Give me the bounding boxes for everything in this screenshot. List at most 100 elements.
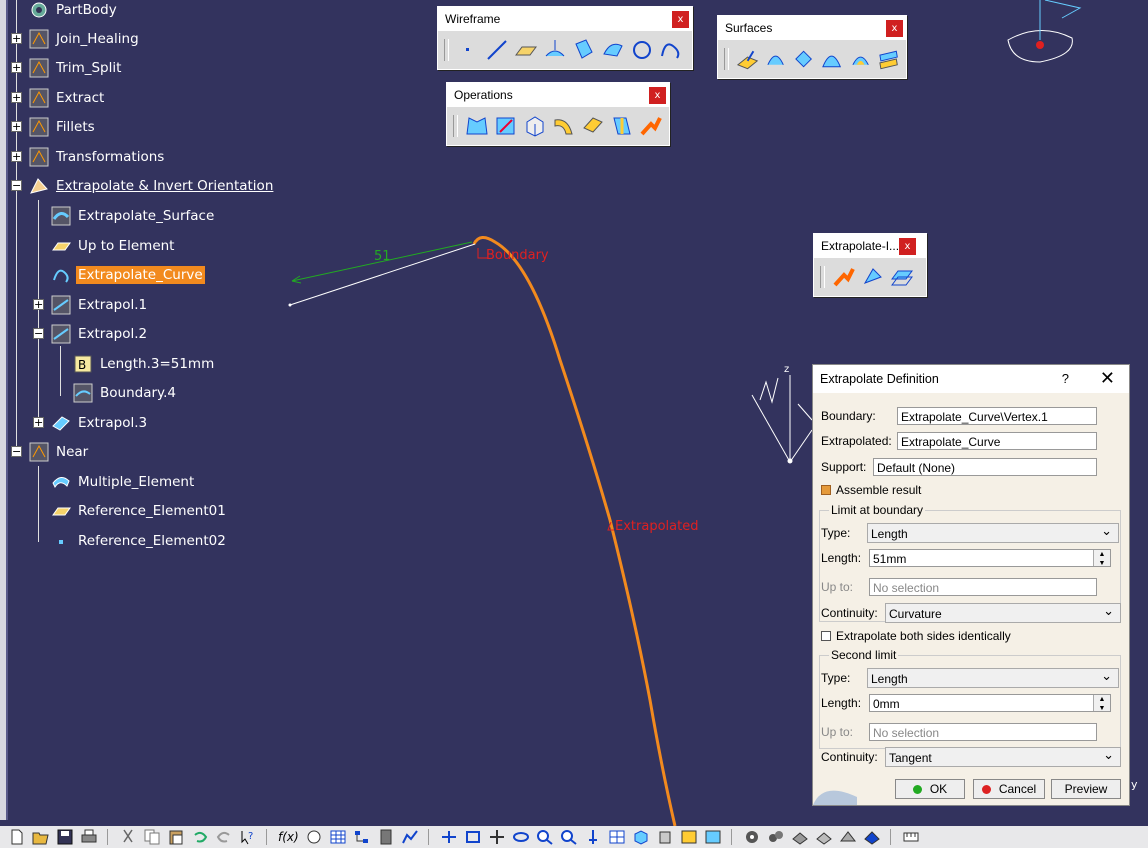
knowledge-icon[interactable]	[305, 829, 323, 845]
line-tool-icon[interactable]	[485, 38, 509, 62]
length-field[interactable]: 51mm ▲ ▼	[869, 549, 1111, 567]
boundary-field[interactable]: Extrapolate_Curve\Vertex.1	[897, 407, 1097, 425]
zoom-out-icon[interactable]	[560, 829, 578, 845]
assemble-result-checkbox[interactable]	[821, 485, 831, 495]
part-design-icon[interactable]	[863, 829, 881, 845]
extrapolate-toolbar: Extrapolate-I... x	[813, 233, 927, 297]
zoom-in-icon[interactable]	[536, 829, 554, 845]
sphere-tool-icon[interactable]	[792, 47, 815, 71]
analysis-icon[interactable]	[401, 829, 419, 845]
toolbar-grip[interactable]	[444, 39, 449, 61]
hide-show-icon[interactable]	[680, 829, 698, 845]
join-tool-icon[interactable]	[465, 114, 489, 138]
toolbar-close-button[interactable]: x	[886, 20, 903, 37]
assemble-result-label: Assemble result	[836, 483, 922, 497]
dialog-corner-graphic-icon	[813, 790, 857, 805]
fillet-tool-icon[interactable]	[552, 114, 576, 138]
preview-button[interactable]: Preview	[1051, 779, 1121, 799]
extrude-tool-icon[interactable]	[736, 47, 759, 71]
copy-icon[interactable]	[143, 829, 161, 845]
up-to2-field[interactable]: No selection	[869, 723, 1097, 741]
continuity2-select[interactable]: Tangent	[885, 745, 1121, 767]
tree-icon[interactable]	[353, 829, 371, 845]
undo-icon[interactable]	[191, 829, 209, 845]
measure-icon[interactable]	[902, 829, 920, 845]
point-tool-icon[interactable]	[456, 38, 480, 62]
cancel-button[interactable]: Cancel	[973, 779, 1045, 799]
paste-icon[interactable]	[167, 829, 185, 845]
length-spinner[interactable]: ▲ ▼	[1093, 550, 1110, 566]
extrapolated-field[interactable]: Extrapolate_Curve	[897, 432, 1097, 450]
toolbar-close-button[interactable]: x	[649, 87, 666, 104]
toolbar-close-button[interactable]: x	[899, 238, 916, 255]
split-tool-icon[interactable]	[494, 114, 518, 138]
type-select[interactable]: Length	[867, 521, 1119, 543]
plane-tool-icon[interactable]	[514, 38, 538, 62]
cut-icon[interactable]	[119, 829, 137, 845]
toolbar-separator	[427, 829, 431, 845]
boundary-tool-icon[interactable]	[523, 114, 547, 138]
close-button[interactable]: ✕	[1100, 368, 1115, 389]
length2-label: Length:	[821, 696, 862, 710]
translate-tool-icon[interactable]	[581, 114, 605, 138]
pan-icon[interactable]	[488, 829, 506, 845]
settings-gear-icon[interactable]	[743, 829, 761, 845]
fit-all-icon[interactable]	[464, 829, 482, 845]
both-sides-checkbox[interactable]	[821, 631, 831, 641]
redo-icon[interactable]	[215, 829, 233, 845]
support-field[interactable]: Default (None)	[873, 458, 1097, 476]
toolbar-grip[interactable]	[724, 48, 729, 70]
up-to2-label: Up to:	[821, 725, 854, 739]
normal-view-icon[interactable]	[584, 829, 602, 845]
open-folder-icon[interactable]	[32, 829, 50, 845]
ok-button[interactable]: OK	[895, 779, 965, 799]
near-tool-icon[interactable]	[890, 265, 914, 289]
extrapolate-tool-icon[interactable]	[832, 265, 856, 289]
dialog-titlebar[interactable]: Extrapolate Definition ? ✕	[813, 365, 1129, 393]
multi-view-icon[interactable]	[608, 829, 626, 845]
catalog-icon[interactable]	[377, 829, 395, 845]
assembly-icon[interactable]	[791, 829, 809, 845]
constraint-icon[interactable]	[839, 829, 857, 845]
offset-tool-icon[interactable]	[601, 38, 625, 62]
continuity-select[interactable]: Curvature	[885, 601, 1121, 623]
gear-multiple-icon[interactable]	[767, 829, 785, 845]
toolbar-grip[interactable]	[820, 266, 825, 288]
invert-orientation-icon[interactable]	[861, 265, 885, 289]
rotate-icon[interactable]	[512, 829, 530, 845]
help-button[interactable]: ?	[1062, 371, 1069, 386]
new-file-icon[interactable]	[8, 829, 26, 845]
fly-mode-icon[interactable]	[440, 829, 458, 845]
blend-tool-icon[interactable]	[877, 47, 900, 71]
projection-tool-icon[interactable]	[543, 38, 567, 62]
save-icon[interactable]	[56, 829, 74, 845]
table-icon[interactable]	[329, 829, 347, 845]
intersection-tool-icon[interactable]	[572, 38, 596, 62]
swap-visible-icon[interactable]	[704, 829, 722, 845]
length2-spinner[interactable]: ▲ ▼	[1093, 695, 1110, 711]
whats-this-icon[interactable]: ?	[239, 829, 257, 845]
iso-view-icon[interactable]	[632, 829, 650, 845]
toolbar-grip[interactable]	[453, 115, 458, 137]
revolve-tool-icon[interactable]	[764, 47, 787, 71]
up-to-field[interactable]: No selection	[869, 578, 1097, 596]
length2-field[interactable]: 0mm ▲ ▼	[869, 694, 1111, 712]
fill-tool-icon[interactable]	[849, 47, 872, 71]
sweep-tool-icon[interactable]	[820, 47, 843, 71]
formula-icon[interactable]: f(x)	[278, 830, 299, 844]
toolbar-separator	[107, 829, 110, 845]
extrapolate-tool-icon[interactable]	[639, 114, 663, 138]
product-icon[interactable]	[815, 829, 833, 845]
spline-tool-icon[interactable]	[659, 38, 683, 62]
extract-tool-icon[interactable]	[610, 114, 634, 138]
shading-icon[interactable]	[656, 829, 674, 845]
type2-select[interactable]: Length	[867, 666, 1119, 688]
wireframe-toolbar: Wireframe x	[437, 6, 693, 70]
toolbar-separator	[266, 829, 269, 845]
group-title: Limit at boundary	[829, 503, 926, 517]
boundary-label: Boundary	[486, 248, 549, 263]
print-icon[interactable]	[80, 829, 98, 845]
ok-label: OK	[929, 782, 948, 796]
circle-tool-icon[interactable]	[630, 38, 654, 62]
toolbar-close-button[interactable]: x	[672, 11, 689, 28]
